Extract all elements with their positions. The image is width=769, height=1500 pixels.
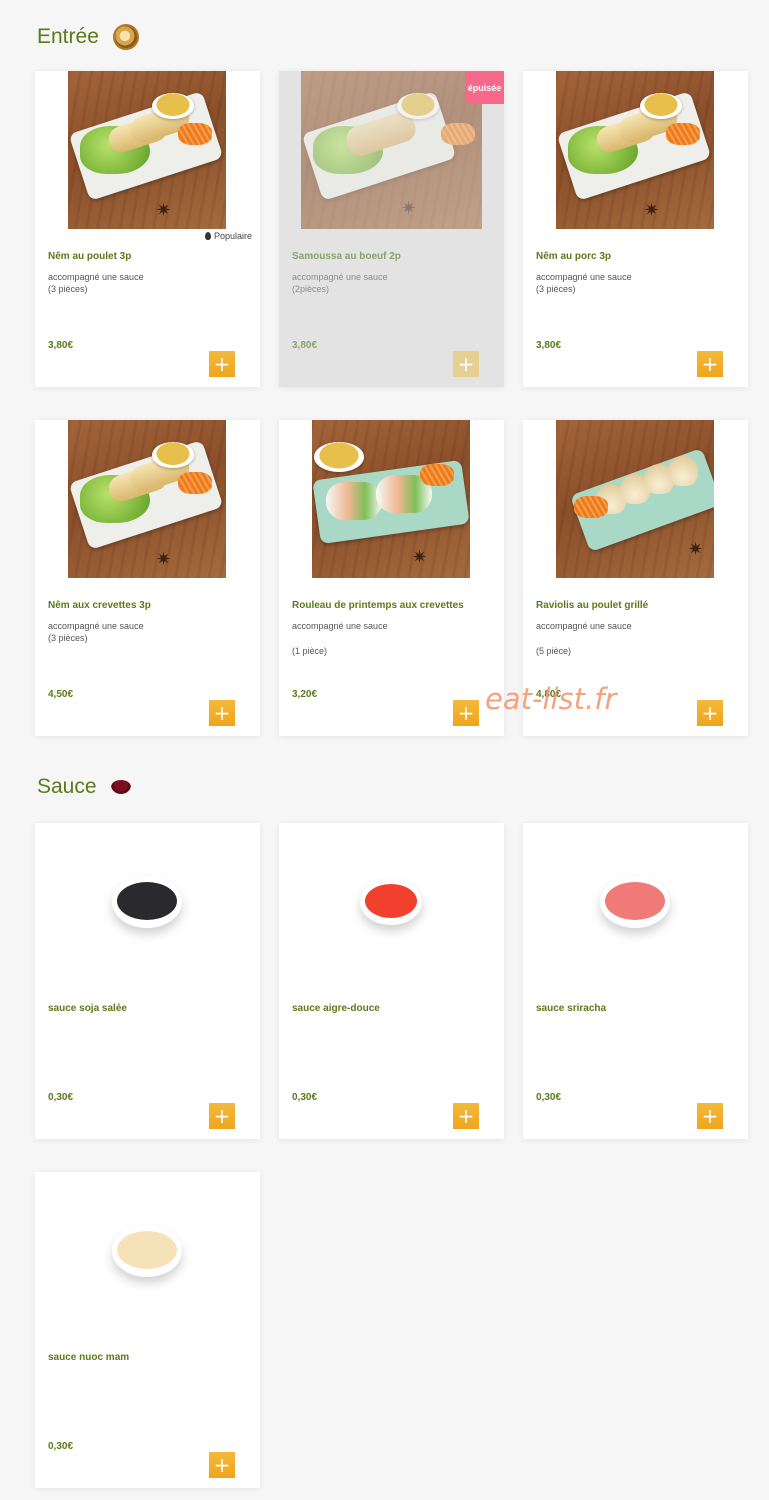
product-image: ✷ bbox=[68, 71, 226, 229]
product-image: ✷ bbox=[301, 71, 482, 229]
product-name[interactable]: Rouleau de printemps aux crevettes bbox=[292, 600, 464, 611]
product-name[interactable]: sauce soja salée bbox=[48, 1003, 127, 1014]
add-to-cart-button[interactable]: + bbox=[209, 1452, 235, 1478]
add-to-cart-button[interactable]: + bbox=[453, 700, 479, 726]
product-image bbox=[556, 823, 714, 981]
fire-icon bbox=[204, 232, 211, 240]
section-title-text: Sauce bbox=[37, 775, 97, 798]
product-image: ✷ bbox=[556, 71, 714, 229]
product-price: 3,80€ bbox=[48, 340, 74, 351]
product-price: 0,30€ bbox=[48, 1092, 74, 1103]
product-card[interactable]: sauce nuoc mam 0,30€ + bbox=[35, 1172, 260, 1488]
add-to-cart-button[interactable]: + bbox=[209, 700, 235, 726]
product-image: ✷ bbox=[312, 420, 470, 578]
product-name[interactable]: sauce aigre-douce bbox=[292, 1003, 380, 1014]
watermark: eat-list.fr bbox=[485, 682, 617, 716]
add-to-cart-button[interactable]: + bbox=[697, 700, 723, 726]
product-image bbox=[68, 823, 226, 981]
product-price: 0,30€ bbox=[48, 1441, 74, 1452]
product-name[interactable]: Nêm aux crevettes 3p bbox=[48, 600, 151, 611]
product-price: 3,20€ bbox=[292, 689, 318, 700]
soldout-badge: épuisée bbox=[465, 71, 504, 104]
product-card[interactable]: sauce aigre-douce 0,30€ + bbox=[279, 823, 504, 1139]
product-name[interactable]: Raviolis au poulet grillé bbox=[536, 600, 648, 611]
section-title-sauce: Sauce bbox=[37, 775, 131, 799]
product-image: ✷ bbox=[556, 420, 714, 578]
add-to-cart-button[interactable]: + bbox=[453, 1103, 479, 1129]
product-card[interactable]: ✷ Nêm aux crevettes 3p accompagné une sa… bbox=[35, 420, 260, 736]
product-image: ✷ bbox=[68, 420, 226, 578]
product-price: 3,80€ bbox=[536, 340, 562, 351]
product-card[interactable]: ✷ Rouleau de printemps aux crevettes acc… bbox=[279, 420, 504, 736]
sauce-bowl-icon bbox=[110, 780, 131, 794]
product-name[interactable]: Nêm au poulet 3p bbox=[48, 251, 131, 262]
product-card[interactable]: ✷ épuisée Samoussa au boeuf 2p accompagn… bbox=[279, 71, 504, 387]
product-description: accompagné une sauce (3 pièces) bbox=[48, 621, 144, 643]
add-to-cart-button[interactable]: + bbox=[453, 351, 479, 377]
section-title-text: Entrée bbox=[37, 25, 99, 48]
product-description: accompagné une sauce (3 pièces) bbox=[536, 272, 632, 294]
dumpling-basket-icon bbox=[112, 24, 139, 50]
product-price: 0,30€ bbox=[292, 1092, 318, 1103]
product-image bbox=[68, 1172, 226, 1330]
product-name[interactable]: sauce nuoc mam bbox=[48, 1352, 129, 1363]
product-name[interactable]: Nêm au porc 3p bbox=[536, 251, 611, 262]
product-name[interactable]: sauce sriracha bbox=[536, 1003, 606, 1014]
add-to-cart-button[interactable]: + bbox=[697, 1103, 723, 1129]
product-card[interactable]: ✷ Nêm au porc 3p accompagné une sauce (3 … bbox=[523, 71, 748, 387]
product-name[interactable]: Samoussa au boeuf 2p bbox=[292, 251, 401, 262]
product-card[interactable]: ✷ Populaire Nêm au poulet 3p accompagné … bbox=[35, 71, 260, 387]
section-title-entree: Entrée bbox=[37, 24, 139, 50]
add-to-cart-button[interactable]: + bbox=[697, 351, 723, 377]
product-price: 0,30€ bbox=[536, 1092, 562, 1103]
add-to-cart-button[interactable]: + bbox=[209, 351, 235, 377]
product-image bbox=[312, 823, 470, 981]
product-card[interactable]: sauce soja salée 0,30€ + bbox=[35, 823, 260, 1139]
product-price: 4,50€ bbox=[48, 689, 74, 700]
product-description: accompagné une sauce (2pièces) bbox=[292, 272, 388, 294]
product-card[interactable]: sauce sriracha 0,30€ + bbox=[523, 823, 748, 1139]
product-description: accompagné une sauce (1 pièce) bbox=[292, 621, 388, 656]
add-to-cart-button[interactable]: + bbox=[209, 1103, 235, 1129]
popular-badge: Populaire bbox=[204, 231, 252, 241]
product-price: 3,80€ bbox=[292, 340, 318, 351]
product-description: accompagné une sauce (5 pièce) bbox=[536, 621, 632, 656]
product-description: accompagné une sauce (3 pièces) bbox=[48, 272, 144, 294]
